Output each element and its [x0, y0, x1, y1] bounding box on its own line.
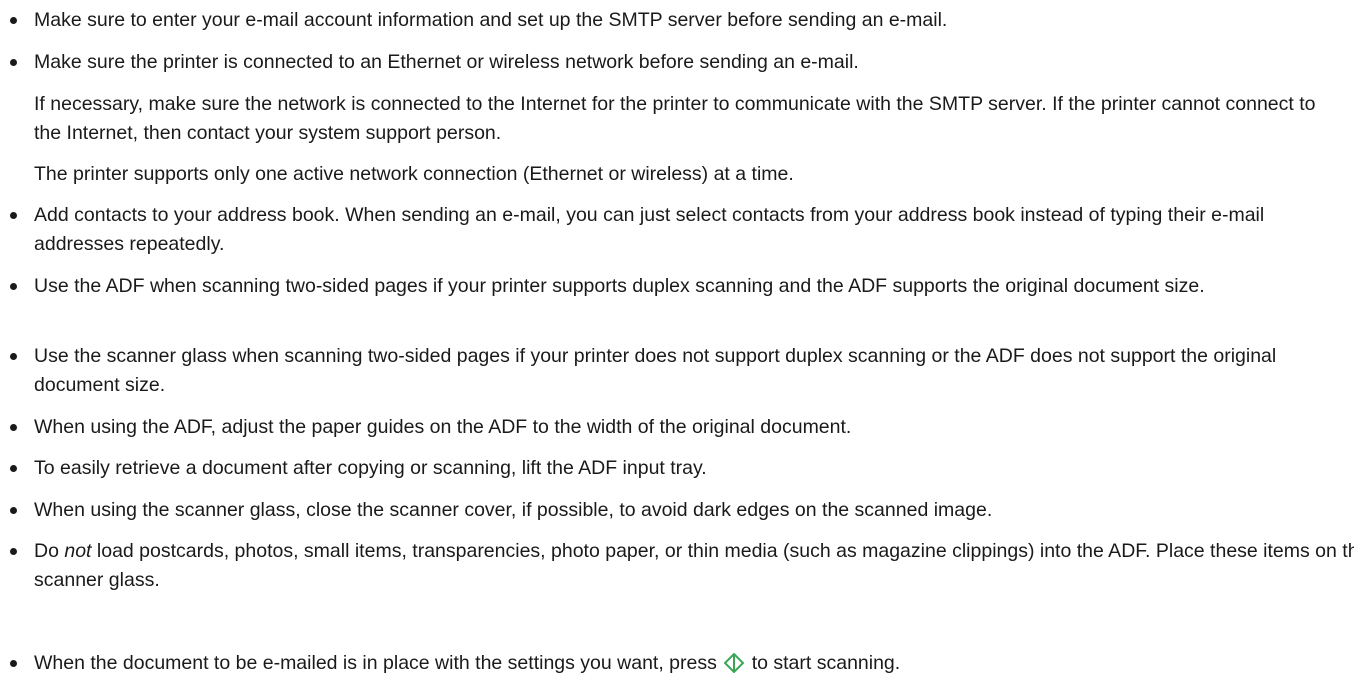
- bullet-icon: [10, 424, 17, 431]
- list-item: To easily retrieve a document after copy…: [0, 454, 1354, 483]
- bullet-icon: [10, 548, 17, 555]
- bullet-icon: [10, 212, 17, 219]
- list-item-text: Make sure to enter your e-mail account i…: [34, 9, 948, 31]
- bullet-icon: [10, 353, 17, 360]
- list-item-text: When using the scanner glass, close the …: [34, 499, 993, 521]
- document-page: Make sure to enter your e-mail account i…: [0, 0, 1354, 690]
- list-note: The printer supports only one active net…: [0, 160, 1334, 189]
- start-button-icon: [724, 653, 745, 673]
- list-item-text: When using the ADF, adjust the paper gui…: [34, 416, 852, 438]
- emphasis-not: not: [64, 540, 92, 562]
- list-item-text-before: Do: [34, 540, 65, 562]
- list-item: When the document to be e-mailed is in p…: [0, 649, 1354, 678]
- list-item-text-before: When the document to be e-mailed is in p…: [34, 652, 723, 674]
- list-item: Add contacts to your address book. When …: [0, 201, 1354, 259]
- list-item: When using the ADF, adjust the paper gui…: [0, 413, 1354, 442]
- list-item-text: Use the ADF when scanning two-sided page…: [34, 275, 1205, 297]
- list-item-text: Use the scanner glass when scanning two-…: [34, 345, 1277, 396]
- list-item: Use the ADF when scanning two-sided page…: [0, 272, 1354, 301]
- list-note-text: If necessary, make sure the network is c…: [34, 93, 1316, 144]
- list-item-text-after: load postcards, photos, small items, tra…: [34, 540, 1354, 591]
- list-item-text: Make sure the printer is connected to an…: [34, 51, 859, 73]
- bullet-icon: [10, 507, 17, 514]
- list-item: Make sure to enter your e-mail account i…: [0, 6, 1354, 35]
- list-item: Use the scanner glass when scanning two-…: [0, 342, 1354, 400]
- bullet-icon: [10, 283, 17, 290]
- list-item-text: To easily retrieve a document after copy…: [34, 457, 707, 479]
- list-note-text: The printer supports only one active net…: [34, 163, 794, 185]
- bullet-icon: [10, 660, 17, 667]
- list-item: Make sure the printer is connected to an…: [0, 48, 1354, 77]
- list-item-text: Add contacts to your address book. When …: [34, 204, 1265, 255]
- bullet-icon: [10, 465, 17, 472]
- list-item: When using the scanner glass, close the …: [0, 496, 1354, 525]
- bullet-icon: [10, 59, 17, 66]
- list-item-text-after: to start scanning.: [746, 652, 901, 674]
- list-note: If necessary, make sure the network is c…: [0, 90, 1324, 148]
- list-item: Do not load postcards, photos, small ite…: [0, 537, 1354, 595]
- bullet-icon: [10, 17, 17, 24]
